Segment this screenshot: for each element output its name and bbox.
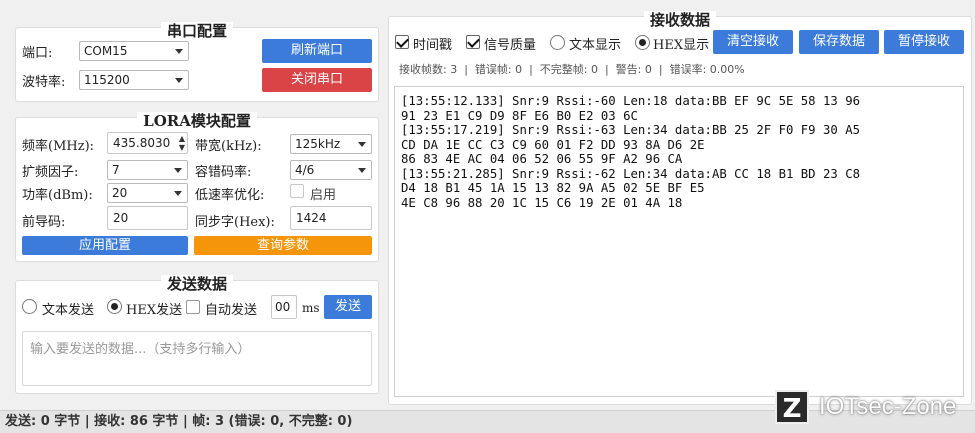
close-port-button[interactable]: 关闭串口 <box>262 68 372 92</box>
hex-display-radio[interactable] <box>635 35 650 50</box>
coding-rate-value: 4/6 <box>295 163 315 177</box>
signal-quality-checkbox[interactable] <box>466 35 480 49</box>
preamble-input[interactable]: 20 <box>107 206 188 230</box>
watermark: Z IOTsec-Zone <box>775 390 956 424</box>
preamble-label: 前导码: <box>22 215 66 230</box>
pause-receive-button[interactable]: 暂停接收 <box>884 30 964 54</box>
refresh-port-button[interactable]: 刷新端口 <box>262 39 372 63</box>
timestamp-checkbox[interactable] <box>395 35 409 49</box>
spreading-factor-value: 7 <box>112 163 120 177</box>
spreading-factor-label: 扩频因子: <box>22 165 79 180</box>
frequency-spinbox[interactable]: 435.8030 ▲ ▼ <box>107 132 188 154</box>
receive-data-title: 接收数据 <box>643 11 716 29</box>
hex-send-label: HEX发送 <box>126 303 183 318</box>
baud-select[interactable]: 115200 <box>79 70 189 90</box>
apply-config-button[interactable]: 应用配置 <box>22 236 188 255</box>
log-line: D4 18 B1 45 1A 15 13 82 9A A5 02 5E BF E… <box>401 181 705 195</box>
log-line: [13:55:21.285] Snr:9 Rssi:-62 Len:34 dat… <box>401 166 861 181</box>
sync-word-input[interactable]: 1424 <box>290 206 372 230</box>
save-data-button[interactable]: 保存数据 <box>799 30 879 54</box>
frequency-value: 435.8030 <box>113 136 171 150</box>
chevron-down-icon <box>358 142 366 147</box>
query-params-button[interactable]: 查询参数 <box>194 236 372 255</box>
port-value: COM15 <box>84 44 128 58</box>
send-data-title: 发送数据 <box>160 275 233 293</box>
bandwidth-select[interactable]: 125kHz <box>290 134 372 154</box>
coding-rate-select[interactable]: 4/6 <box>290 160 372 180</box>
low-rate-opt-checkbox-label: 启用 <box>310 188 337 203</box>
send-data-placeholder: 输入要发送的数据...（支持多行输入） <box>30 342 251 357</box>
chevron-down-icon <box>174 191 182 196</box>
log-line: [13:55:12.133] Snr:9 Rssi:-60 Len:18 dat… <box>401 94 861 108</box>
signal-quality-label: 信号质量 <box>484 38 537 53</box>
text-display-radio[interactable] <box>550 35 565 50</box>
power-value: 20 <box>112 186 128 200</box>
port-label: 端口: <box>22 46 53 61</box>
hex-display-label: HEX显示 <box>653 38 710 53</box>
chevron-down-icon <box>175 49 183 54</box>
log-line: [13:55:17.219] Snr:9 Rssi:-63 Len:34 dat… <box>401 123 861 137</box>
serial-config-title: 串口配置 <box>160 22 233 40</box>
text-send-label: 文本发送 <box>42 303 95 318</box>
low-rate-opt-checkbox[interactable] <box>290 184 304 198</box>
port-select[interactable]: COM15 <box>79 41 189 61</box>
preamble-value: 20 <box>113 211 129 225</box>
coding-rate-label: 容错码率: <box>195 165 252 180</box>
hex-send-radio[interactable] <box>107 299 122 314</box>
spreading-factor-select[interactable]: 7 <box>107 160 188 180</box>
lora-config-title: LORA模块配置 <box>137 112 257 130</box>
log-line: 4E C8 96 88 20 1C 15 C6 19 2E 01 4A 18 <box>401 195 683 210</box>
baud-value: 115200 <box>84 73 130 87</box>
auto-send-label: 自动发送 <box>205 303 258 318</box>
sync-word-value: 1424 <box>296 211 327 225</box>
watermark-text: IOTsec-Zone <box>819 393 957 420</box>
log-line: 86 83 4E AC 04 06 52 06 55 9F A2 96 CA <box>401 152 683 166</box>
baud-label: 波特率: <box>22 75 66 90</box>
clear-receive-button[interactable]: 清空接收 <box>713 30 793 54</box>
send-button[interactable]: 发送 <box>324 295 372 319</box>
power-select[interactable]: 20 <box>107 183 188 203</box>
frequency-label: 频率(MHz): <box>22 139 95 154</box>
sync-word-label: 同步字(Hex): <box>195 215 275 230</box>
log-line: CD DA 1E CC C3 C9 60 01 F2 DD 93 8A D6 2… <box>401 137 705 152</box>
bandwidth-value: 125kHz <box>295 137 341 151</box>
receive-stats: 接收帧数: 3 | 错误帧: 0 | 不完整帧: 0 | 警告: 0 | 错误率… <box>399 63 745 76</box>
send-interval-unit: ms <box>302 301 320 315</box>
bandwidth-label: 带宽(kHz): <box>195 139 262 154</box>
chevron-down-icon <box>175 78 183 83</box>
timestamp-label: 时间戳 <box>413 38 453 53</box>
chevron-down-icon <box>174 168 182 173</box>
send-interval-input[interactable]: 00 <box>271 295 297 319</box>
receive-log[interactable]: [13:55:12.133] Snr:9 Rssi:-60 Len:18 dat… <box>394 86 964 397</box>
chevron-down-icon <box>358 168 366 173</box>
text-send-radio[interactable] <box>22 299 37 314</box>
spin-arrows-icon[interactable]: ▲ ▼ <box>178 134 185 152</box>
send-interval-value: 00 <box>275 300 291 314</box>
auto-send-checkbox[interactable] <box>186 300 200 314</box>
power-label: 功率(dBm): <box>22 188 93 203</box>
watermark-logo-icon: Z <box>775 390 809 424</box>
send-data-textarea[interactable]: 输入要发送的数据...（支持多行输入） <box>22 331 372 386</box>
low-rate-opt-label: 低速率优化: <box>195 188 265 203</box>
log-line: 91 23 E1 C9 D9 8F E6 B0 E2 03 6C <box>401 108 638 123</box>
text-display-label: 文本显示 <box>569 38 622 53</box>
